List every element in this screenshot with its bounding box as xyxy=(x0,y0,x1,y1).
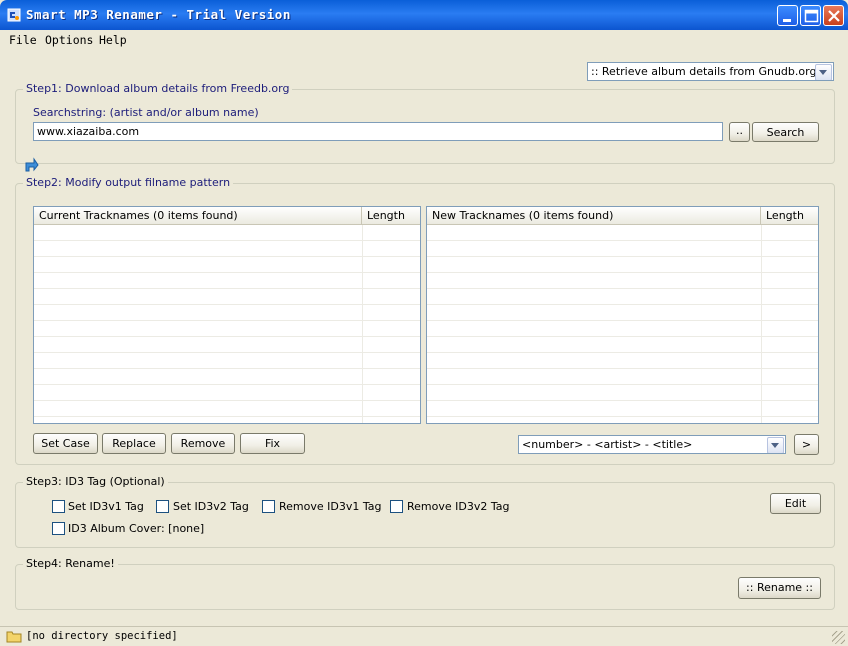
set-id3v1-label: Set ID3v1 Tag xyxy=(68,500,144,513)
pattern-select[interactable]: <number> - <artist> - <title> xyxy=(518,435,786,454)
step2-title: Step2: Modify output filname pattern xyxy=(23,176,234,189)
set-id3v1-checkbox[interactable] xyxy=(52,500,65,513)
current-tracks-header: Current Tracknames (0 items found) Lengt… xyxy=(34,207,420,225)
close-button[interactable] xyxy=(823,5,844,26)
set-id3v2-label: Set ID3v2 Tag xyxy=(173,500,249,513)
status-text: [no directory specified] xyxy=(26,630,178,642)
apply-pattern-button[interactable]: > xyxy=(794,434,819,455)
replace-button[interactable]: Replace xyxy=(102,433,166,454)
search-input[interactable]: www.xiazaiba.com xyxy=(33,122,723,141)
step1-title: Step1: Download album details from Freed… xyxy=(23,82,293,95)
rename-button[interactable]: :: Rename :: xyxy=(738,577,821,599)
app-icon xyxy=(7,8,21,22)
step4-title: Step4: Rename! xyxy=(23,557,118,570)
status-bar: [no directory specified] xyxy=(0,626,848,645)
album-cover-label: ID3 Album Cover: [none] xyxy=(68,522,205,535)
search-button[interactable]: Search xyxy=(752,122,819,142)
resize-grip[interactable] xyxy=(832,631,845,644)
new-tracks-header: New Tracknames (0 items found) Length xyxy=(427,207,818,225)
minimize-button[interactable] xyxy=(777,5,798,26)
current-tracks-column[interactable]: Current Tracknames (0 items found) xyxy=(34,207,362,224)
menu-bar: File Options Help xyxy=(0,30,848,50)
new-tracks-body[interactable] xyxy=(427,225,818,423)
set-case-button[interactable]: Set Case xyxy=(33,433,98,454)
edit-button[interactable]: Edit xyxy=(770,493,821,514)
new-length-column[interactable]: Length xyxy=(761,207,818,224)
column-divider xyxy=(362,225,363,423)
dropdown-arrow-icon[interactable] xyxy=(815,64,832,80)
step3-title: Step3: ID3 Tag (Optional) xyxy=(23,475,168,488)
new-tracks-column[interactable]: New Tracknames (0 items found) xyxy=(427,207,761,224)
search-label: Searchstring: (artist and/or album name) xyxy=(33,106,259,119)
remove-id3v1-label: Remove ID3v1 Tag xyxy=(279,500,382,513)
album-cover-checkbox[interactable] xyxy=(52,522,65,535)
step3-group xyxy=(15,482,835,548)
pattern-select-value: <number> - <artist> - <title> xyxy=(522,438,693,451)
browse-button[interactable]: .. xyxy=(729,122,750,142)
remove-button[interactable]: Remove xyxy=(171,433,235,454)
title-bar[interactable]: Smart MP3 Renamer - Trial Version xyxy=(0,0,848,30)
new-tracks-list[interactable]: New Tracknames (0 items found) Length xyxy=(426,206,819,424)
set-id3v2-checkbox[interactable] xyxy=(156,500,169,513)
remove-id3v2-checkbox[interactable] xyxy=(390,500,403,513)
current-tracks-list[interactable]: Current Tracknames (0 items found) Lengt… xyxy=(33,206,421,424)
column-divider xyxy=(761,225,762,423)
source-select-value: :: Retrieve album details from Gnudb.org… xyxy=(591,65,828,78)
folder-icon[interactable] xyxy=(6,630,22,643)
current-length-column[interactable]: Length xyxy=(362,207,420,224)
close-icon xyxy=(828,10,840,22)
step4-group xyxy=(15,564,835,610)
minimize-icon xyxy=(783,19,791,22)
window-title: Smart MP3 Renamer - Trial Version xyxy=(26,7,291,22)
menu-file[interactable]: File xyxy=(9,33,37,47)
fix-button[interactable]: Fix xyxy=(240,433,305,454)
dropdown-arrow-icon[interactable] xyxy=(767,437,784,453)
menu-options[interactable]: Options xyxy=(45,33,93,47)
maximize-button[interactable] xyxy=(800,5,821,26)
remove-id3v2-label: Remove ID3v2 Tag xyxy=(407,500,510,513)
maximize-icon xyxy=(804,9,819,23)
remove-id3v1-checkbox[interactable] xyxy=(262,500,275,513)
menu-help[interactable]: Help xyxy=(99,33,127,47)
source-select[interactable]: :: Retrieve album details from Gnudb.org… xyxy=(587,62,834,81)
collapse-arrow-icon[interactable] xyxy=(23,157,39,173)
